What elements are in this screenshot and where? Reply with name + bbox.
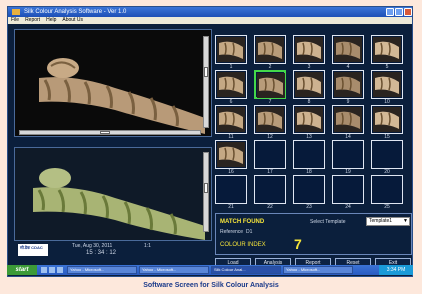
empty-template-slot[interactable] — [332, 175, 364, 204]
minimize-icon[interactable] — [386, 8, 394, 16]
quicklaunch-icon[interactable] — [57, 267, 63, 273]
silk-sample-thumbnail — [256, 107, 284, 132]
menu-help[interactable]: Help — [46, 17, 56, 24]
silk-sample-thumbnail — [257, 73, 285, 98]
figure-caption: Software Screen for Silk Colour Analysis — [143, 282, 279, 289]
cdac-logo: सी.डैक CDAC — [18, 244, 48, 256]
silk-sample-thumbnail — [217, 142, 245, 167]
taskbar-item-active[interactable]: Silk Colour Anal... — [211, 266, 281, 274]
menu-bar: File Report Help About Us — [8, 17, 412, 24]
reference-label: Reference — [220, 229, 244, 235]
quicklaunch-icon[interactable] — [49, 267, 55, 273]
maximize-icon[interactable] — [395, 8, 403, 16]
silk-sample-thumbnail — [295, 72, 323, 97]
silk-sample-thumbnail — [295, 37, 323, 62]
empty-template-slot[interactable] — [293, 175, 325, 204]
template-thumbnail[interactable] — [293, 70, 325, 99]
close-icon[interactable] — [404, 8, 412, 16]
silk-sample-thumbnail — [373, 37, 401, 62]
scale-display: 1:1 — [144, 243, 151, 249]
status-footer: सी.डैक CDAC Tue, Aug 30, 2011 15 : 34 : … — [14, 243, 212, 256]
menu-report[interactable]: Report — [25, 17, 40, 24]
scroll-thumb[interactable] — [204, 67, 208, 77]
empty-template-slot[interactable] — [293, 140, 325, 169]
date-display: Tue, Aug 30, 2011 — [72, 243, 113, 249]
processed-image-panel — [14, 147, 212, 241]
scroll-thumb[interactable] — [204, 183, 208, 193]
empty-template-slot[interactable] — [371, 175, 403, 204]
template-number: 22 — [267, 204, 273, 210]
silk-sample-thumbnail — [217, 107, 245, 132]
empty-template-slot[interactable] — [371, 140, 403, 169]
template-thumbnail[interactable] — [254, 35, 286, 64]
template-thumbnail[interactable] — [371, 105, 403, 134]
match-title: MATCH FOUND — [220, 219, 265, 225]
template-number: 24 — [345, 204, 351, 210]
empty-template-slot[interactable] — [254, 140, 286, 169]
silk-sample-thumbnail — [295, 107, 323, 132]
template-thumbnail[interactable] — [254, 70, 286, 99]
window-controls — [386, 8, 412, 16]
template-thumbnail[interactable] — [332, 35, 364, 64]
vertical-scrollbar[interactable] — [203, 152, 209, 232]
template-select[interactable]: Template1 ▼ — [366, 217, 410, 226]
template-thumbnail[interactable] — [293, 105, 325, 134]
template-number: 23 — [306, 204, 312, 210]
vertical-scrollbar[interactable] — [203, 36, 209, 128]
silk-sample-thumbnail — [334, 72, 362, 97]
quicklaunch-icon[interactable] — [41, 267, 47, 273]
template-number: 21 — [228, 204, 234, 210]
empty-template-slot[interactable] — [215, 175, 247, 204]
silk-sample-thumbnail — [217, 37, 245, 62]
taskbar-item[interactable]: Yahoo - Microsoft... — [139, 266, 209, 274]
original-image-panel — [14, 29, 212, 137]
menu-about[interactable]: About Us — [62, 17, 83, 24]
window-title: Silk Colour Analysis Software - Ver 1.0 — [24, 9, 127, 15]
chevron-down-icon[interactable]: ▼ — [403, 218, 408, 225]
silk-sample-thumbnail — [334, 37, 362, 62]
silk-sample-thumbnail — [256, 37, 284, 62]
app-window: Silk Colour Analysis Software - Ver 1.0 … — [7, 6, 413, 277]
empty-template-slot[interactable] — [254, 175, 286, 204]
colour-index-label: COLOUR INDEX — [220, 242, 266, 248]
match-panel: MATCH FOUND Reference D1 COLOUR INDEX 7 … — [215, 213, 412, 255]
template-thumbnail[interactable] — [371, 70, 403, 99]
start-button[interactable]: start — [7, 265, 37, 275]
template-thumbnail[interactable] — [215, 70, 247, 99]
template-thumbnail[interactable] — [293, 35, 325, 64]
colour-index-value: 7 — [294, 236, 302, 252]
scroll-thumb[interactable] — [100, 131, 110, 134]
template-thumbnail[interactable] — [215, 105, 247, 134]
template-label: Select Template — [310, 219, 346, 225]
rope-analysis-image — [15, 148, 211, 240]
reference-value: D1 — [246, 229, 253, 235]
template-thumbnail[interactable] — [371, 35, 403, 64]
title-bar: Silk Colour Analysis Software - Ver 1.0 — [8, 7, 412, 17]
menu-file[interactable]: File — [11, 17, 19, 24]
empty-template-slot[interactable] — [332, 140, 364, 169]
template-thumbnail[interactable] — [215, 140, 247, 169]
template-thumbnail[interactable] — [332, 105, 364, 134]
template-thumbnail[interactable] — [254, 105, 286, 134]
taskbar-item[interactable]: Yahoo - Microsoft... — [283, 266, 353, 274]
template-select-value: Template1 — [369, 218, 393, 224]
app-icon — [12, 9, 20, 15]
taskbar-item[interactable]: Yahoo - Microsoft... — [67, 266, 137, 274]
silk-sample-thumbnail — [334, 107, 362, 132]
rope-sample-image — [15, 30, 211, 136]
template-thumbnail[interactable] — [332, 70, 364, 99]
horizontal-scrollbar[interactable] — [19, 130, 201, 135]
silk-sample-thumbnail — [373, 107, 401, 132]
silk-sample-thumbnail — [217, 72, 245, 97]
logo-text: सी.डैक CDAC — [20, 245, 43, 250]
time-display: 15 : 34 : 12 — [86, 250, 117, 256]
template-thumbnail[interactable] — [215, 35, 247, 64]
system-tray-clock: 3:34 PM — [379, 265, 413, 275]
silk-sample-thumbnail — [373, 72, 401, 97]
template-number: 25 — [384, 204, 390, 210]
taskbar: start Yahoo - Microsoft... Yahoo - Micro… — [7, 265, 413, 275]
